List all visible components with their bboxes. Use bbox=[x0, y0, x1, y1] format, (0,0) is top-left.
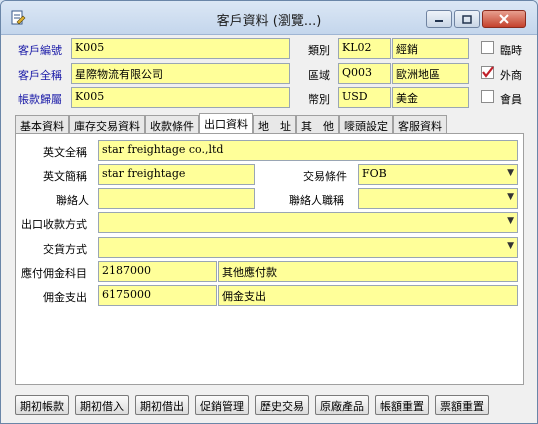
region-label: 區域 bbox=[308, 69, 330, 82]
foreign-label: 外商 bbox=[500, 69, 522, 82]
account-limit-reset-button[interactable]: 帳額重置 bbox=[375, 395, 429, 415]
commission-paid-label: 佣金支出 bbox=[43, 291, 87, 304]
temporary-label: 臨時 bbox=[500, 44, 522, 57]
foreign-checkbox[interactable] bbox=[481, 66, 494, 79]
trade-terms-value: FOB bbox=[362, 167, 387, 180]
export-payment-label: 出口收款方式 bbox=[21, 218, 87, 231]
contact-title-label: 聯絡人職稱 bbox=[289, 194, 344, 207]
tab-other[interactable]: 其 他 bbox=[296, 115, 339, 134]
opening-borrow-in-button[interactable]: 期初借入 bbox=[75, 395, 129, 415]
category-name-field: 經銷 bbox=[392, 38, 469, 59]
opening-balance-button[interactable]: 期初帳款 bbox=[15, 395, 69, 415]
trade-terms-select[interactable]: FOB ▼ bbox=[358, 164, 518, 185]
category-code-field[interactable]: KL02 bbox=[338, 38, 391, 59]
maximize-button[interactable] bbox=[454, 10, 480, 28]
tab-inventory-trade[interactable]: 庫存交易資料 bbox=[69, 115, 145, 134]
tab-address[interactable]: 地 址 bbox=[253, 115, 296, 134]
tab-payment-terms[interactable]: 收款條件 bbox=[145, 115, 199, 134]
tab-basic[interactable]: 基本資料 bbox=[15, 115, 69, 134]
customer-code-field[interactable]: K005 bbox=[71, 38, 290, 59]
chevron-down-icon: ▼ bbox=[507, 192, 514, 202]
trade-terms-label: 交易條件 bbox=[303, 170, 347, 183]
temporary-checkbox[interactable] bbox=[481, 41, 494, 54]
tab-customer-service[interactable]: 客服資料 bbox=[393, 115, 447, 134]
commission-payable-name-field: 其他應付款 bbox=[218, 261, 518, 282]
region-name-field: 歐洲地區 bbox=[392, 63, 469, 84]
original-products-button[interactable]: 原廠產品 bbox=[315, 395, 369, 415]
account-owner-label: 帳款歸屬 bbox=[18, 93, 62, 106]
member-checkbox[interactable] bbox=[481, 90, 494, 103]
currency-label: 幣別 bbox=[308, 93, 330, 106]
customer-code-label: 客戶編號 bbox=[18, 44, 62, 57]
region-code-field[interactable]: Q003 bbox=[338, 63, 391, 84]
english-name-field[interactable]: star freightage co.,ltd bbox=[98, 140, 518, 161]
contact-field[interactable] bbox=[98, 188, 255, 209]
english-short-label: 英文簡稱 bbox=[43, 170, 87, 183]
commission-payable-label: 應付佣金科目 bbox=[21, 267, 87, 280]
customer-name-field[interactable]: 星際物流有限公司 bbox=[71, 63, 290, 84]
minimize-icon bbox=[435, 20, 443, 22]
category-label: 類別 bbox=[308, 44, 330, 57]
contact-title-select[interactable]: ▼ bbox=[358, 188, 518, 209]
minimize-button[interactable] bbox=[426, 10, 452, 28]
tab-strip: 基本資料 庫存交易資料 收款條件 出口資料 地 址 其 他 嘜頭設定 客服資料 bbox=[15, 113, 447, 134]
close-icon bbox=[499, 14, 509, 24]
export-payment-select[interactable]: ▼ bbox=[98, 212, 518, 233]
chevron-down-icon: ▼ bbox=[507, 241, 514, 251]
commission-payable-code-field[interactable]: 2187000 bbox=[98, 261, 217, 282]
action-button-bar: 期初帳款 期初借入 期初借出 促銷管理 歷史交易 原廠產品 帳額重置 票額重置 bbox=[15, 395, 489, 415]
tab-shipping-mark[interactable]: 嘜頭設定 bbox=[339, 115, 393, 134]
commission-paid-code-field[interactable]: 6175000 bbox=[98, 285, 217, 306]
opening-lend-out-button[interactable]: 期初借出 bbox=[135, 395, 189, 415]
member-label: 會員 bbox=[500, 93, 522, 106]
maximize-icon bbox=[462, 14, 472, 24]
customer-window: 客戶資料 (瀏覽...) 客戶編號 K005 客戶全稱 星際物流有限公司 帳款歸… bbox=[0, 0, 538, 424]
english-short-field[interactable]: star freightage bbox=[98, 164, 255, 185]
note-limit-reset-button[interactable]: 票額重置 bbox=[435, 395, 489, 415]
customer-name-label: 客戶全稱 bbox=[18, 69, 62, 82]
account-owner-field[interactable]: K005 bbox=[71, 87, 290, 108]
close-button[interactable] bbox=[482, 10, 526, 28]
commission-paid-name-field: 佣金支出 bbox=[218, 285, 518, 306]
tab-export[interactable]: 出口資料 bbox=[199, 113, 253, 134]
checkmark-icon bbox=[482, 66, 494, 78]
chevron-down-icon: ▼ bbox=[507, 216, 514, 226]
currency-name-field: 美金 bbox=[392, 87, 469, 108]
title-bar: 客戶資料 (瀏覽...) bbox=[1, 1, 537, 35]
trade-history-button[interactable]: 歷史交易 bbox=[255, 395, 309, 415]
currency-code-field[interactable]: USD bbox=[338, 87, 391, 108]
promotion-management-button[interactable]: 促銷管理 bbox=[195, 395, 249, 415]
delivery-select[interactable]: ▼ bbox=[98, 237, 518, 258]
contact-label: 聯絡人 bbox=[56, 194, 89, 207]
chevron-down-icon: ▼ bbox=[507, 168, 514, 178]
english-name-label: 英文全稱 bbox=[43, 146, 87, 159]
delivery-label: 交貨方式 bbox=[43, 243, 87, 256]
